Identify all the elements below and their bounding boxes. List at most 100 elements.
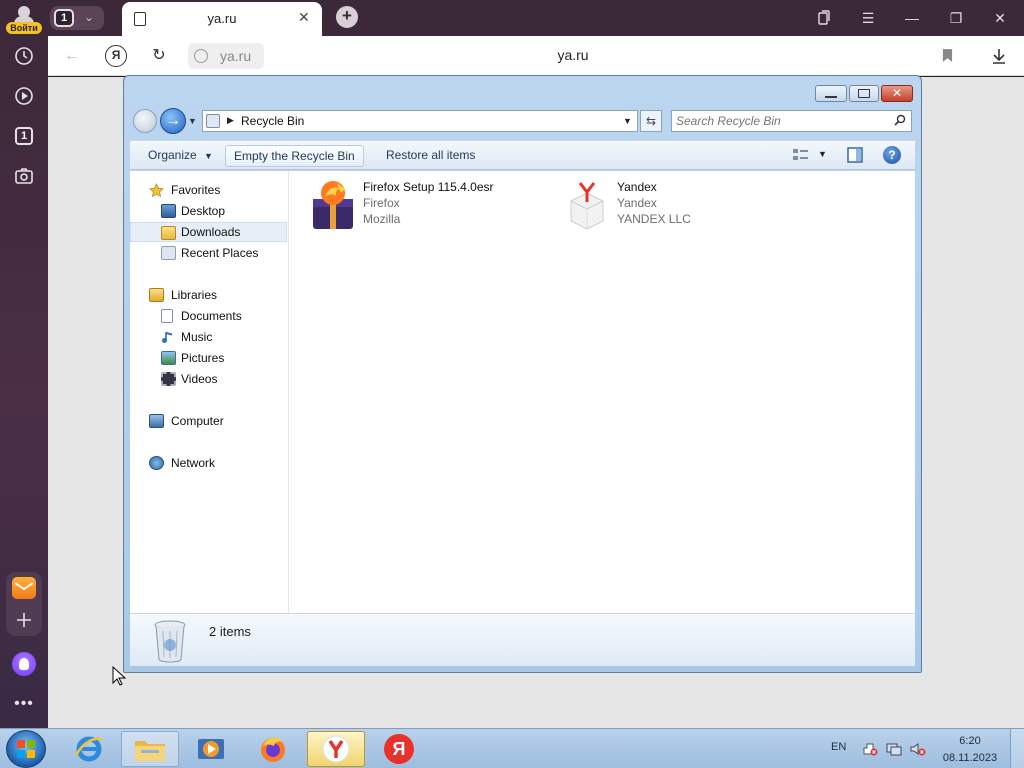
clock-date[interactable]: 08.11.2023 <box>940 752 1000 764</box>
taskbar-internet-explorer[interactable] <box>60 731 118 767</box>
view-dropdown-icon[interactable]: ▼ <box>818 149 827 159</box>
organize-button[interactable]: Organize ▼ <box>140 145 221 167</box>
minimize-icon[interactable]: — <box>902 8 922 28</box>
login-label: Войти <box>6 22 42 34</box>
taskbar-file-explorer[interactable] <box>121 731 179 767</box>
videos-icon <box>161 372 176 386</box>
nav-label-favorites: Favorites <box>171 183 221 197</box>
language-indicator[interactable]: EN <box>831 741 846 753</box>
nav-item-network[interactable]: Network <box>130 453 287 473</box>
breadcrumb-recycle-bin[interactable]: Recycle Bin <box>241 114 304 128</box>
nav-item-videos[interactable]: Videos <box>130 369 287 389</box>
address-breadcrumb[interactable]: ▶ Recycle Bin ▼ <box>202 110 638 132</box>
restore-all-button[interactable]: Restore all items <box>378 145 483 167</box>
refresh-button[interactable]: ⇆ <box>640 110 662 132</box>
login-button[interactable]: Войти <box>6 4 42 34</box>
recycle-bin-large-icon <box>152 619 188 663</box>
firefox-icon <box>261 737 285 762</box>
nav-item-computer[interactable]: Computer <box>130 411 287 431</box>
item-count: 2 items <box>209 624 251 639</box>
file-company: Mozilla <box>363 212 401 226</box>
view-options-icon[interactable] <box>792 147 810 163</box>
file-type: Yandex <box>617 196 657 210</box>
document-icon <box>134 12 146 26</box>
yandex-browser-icon <box>322 735 350 763</box>
desktop-icon <box>161 204 176 218</box>
chevron-down-icon: ⌄ <box>84 10 95 24</box>
browser-sidebar: Войти 1 ••• <box>0 0 48 728</box>
media-player-icon <box>198 739 224 759</box>
new-tab-button[interactable]: + <box>336 6 358 28</box>
music-icon <box>161 330 176 344</box>
explorer-back-button[interactable] <box>133 109 157 133</box>
collections-icon[interactable] <box>814 8 834 28</box>
tab-counter-button[interactable]: 1 ⌄ <box>50 6 104 30</box>
menu-icon[interactable]: ☰ <box>858 8 878 28</box>
explorer-forward-button[interactable]: → <box>160 108 186 134</box>
screenshot-icon[interactable] <box>8 160 40 192</box>
window-minimize-button[interactable] <box>815 85 847 102</box>
url-field[interactable]: ya.ru <box>188 43 264 69</box>
restore-window-icon[interactable]: ❐ <box>946 8 966 28</box>
page-title: ya.ru <box>557 47 589 63</box>
window-close-button[interactable]: ✕ <box>881 85 913 102</box>
nav-item-recent-places[interactable]: Recent Places <box>130 243 287 263</box>
folder-icon <box>135 741 165 761</box>
search-icon[interactable] <box>894 114 906 126</box>
yandex-home-button[interactable]: Я <box>105 45 127 67</box>
computer-icon <box>149 414 164 428</box>
nav-item-libraries[interactable]: Libraries <box>130 285 287 305</box>
taskbar-yandex-browser[interactable] <box>307 731 365 767</box>
breadcrumb-arrow-icon[interactable]: ▶ <box>227 115 234 126</box>
close-window-icon[interactable]: ✕ <box>990 8 1010 28</box>
file-company: YANDEX LLC <box>617 212 691 226</box>
reload-icon[interactable]: ↻ <box>148 45 170 67</box>
nav-item-desktop[interactable]: Desktop <box>130 201 287 221</box>
nav-item-downloads[interactable]: Downloads <box>130 222 287 242</box>
action-center-icon[interactable] <box>862 742 878 756</box>
more-icon[interactable]: ••• <box>8 688 40 720</box>
taskbar-media-player[interactable] <box>182 731 240 767</box>
empty-recycle-bin-button[interactable]: Empty the Recycle Bin <box>225 145 364 167</box>
search-input[interactable] <box>676 113 886 129</box>
network-icon <box>149 456 164 470</box>
help-icon[interactable]: ? <box>883 146 901 164</box>
show-desktop-button[interactable] <box>1010 729 1024 768</box>
downloads-folder-icon <box>161 226 176 240</box>
file-item-yandex[interactable]: Yandex Yandex YANDEX LLC <box>565 179 745 231</box>
nav-item-favorites[interactable]: Favorites <box>130 180 287 200</box>
video-play-icon[interactable] <box>8 80 40 112</box>
file-item-firefox-setup[interactable]: Firefox Setup 115.4.0esr Firefox Mozilla <box>311 179 541 231</box>
network-status-icon[interactable] <box>886 742 902 756</box>
add-panel-icon[interactable] <box>8 604 40 636</box>
nav-item-documents[interactable]: Documents <box>130 306 287 326</box>
windows-logo-icon <box>17 740 35 758</box>
browser-address-bar: ← Я ↻ ya.ru ya.ru <box>48 36 1024 76</box>
command-bar: Organize ▼ Empty the Recycle Bin Restore… <box>130 140 915 170</box>
preview-pane-icon[interactable] <box>847 147 863 163</box>
nav-label-recent-places: Recent Places <box>181 246 259 260</box>
nav-label-documents: Documents <box>181 309 242 323</box>
nav-label-videos: Videos <box>181 372 218 386</box>
start-button[interactable] <box>6 730 46 768</box>
documents-icon <box>161 309 173 323</box>
nav-item-pictures[interactable]: Pictures <box>130 348 287 368</box>
alice-assistant-icon[interactable] <box>8 648 40 680</box>
taskbar-yandex[interactable]: Я <box>370 731 428 767</box>
download-icon[interactable] <box>988 45 1010 67</box>
bookmark-icon[interactable] <box>936 45 958 67</box>
mail-icon[interactable] <box>8 572 40 604</box>
taskbar-firefox[interactable] <box>244 731 302 767</box>
address-dropdown-icon[interactable]: ▼ <box>623 116 632 126</box>
history-icon[interactable] <box>8 40 40 72</box>
nav-label-computer: Computer <box>171 414 224 428</box>
clock-time[interactable]: 6:20 <box>940 735 1000 747</box>
browser-tab-active[interactable]: ya.ru ✕ <box>122 2 322 36</box>
sidebar-tabs-button[interactable]: 1 <box>8 120 40 152</box>
nav-item-music[interactable]: Music <box>130 327 287 347</box>
volume-muted-icon[interactable] <box>910 742 926 756</box>
window-maximize-button[interactable] <box>849 85 879 102</box>
tab-close-icon[interactable]: ✕ <box>298 9 310 26</box>
recent-pages-dropdown-icon[interactable]: ▼ <box>188 116 197 126</box>
back-arrow-icon[interactable]: ← <box>61 45 83 67</box>
